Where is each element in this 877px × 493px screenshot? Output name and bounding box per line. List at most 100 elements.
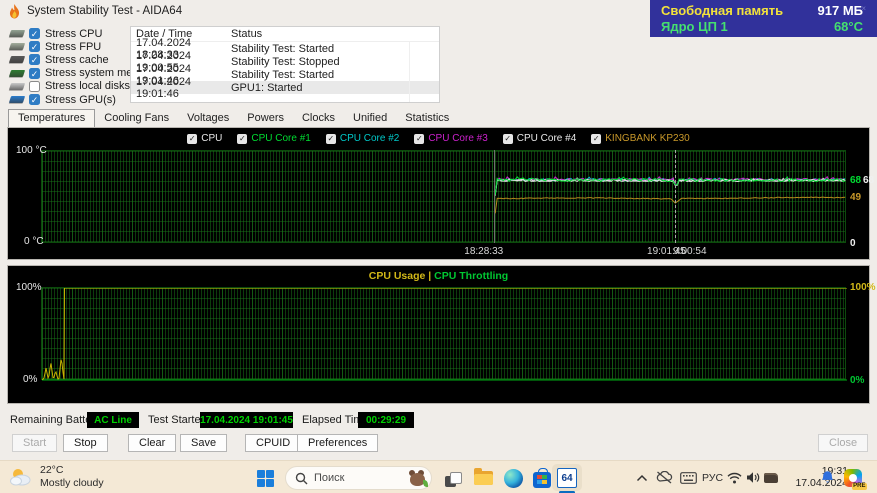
checked-checkbox[interactable]: ✓: [29, 28, 40, 39]
weather-desc: Mostly cloudy: [40, 477, 104, 490]
log-row[interactable]: 17.04.2024 19:01:46GPU1: Started: [131, 81, 439, 94]
tab-clocks[interactable]: Clocks: [293, 110, 344, 127]
usage-title-part: |: [425, 270, 434, 282]
usage-title-part: CPU Usage: [369, 270, 426, 282]
checked-checkbox[interactable]: ✓: [29, 68, 40, 79]
save-button[interactable]: Save: [180, 434, 227, 452]
disk-icon: [9, 83, 25, 90]
flame-icon: [8, 4, 21, 19]
chart-legend: ✓CPU✓CPU Core #1✓CPU Core #2✓CPU Core #3…: [8, 133, 869, 144]
osd-window-controls[interactable]: − ▫ ×: [825, 1, 872, 17]
stop-button[interactable]: Stop: [63, 434, 108, 452]
right-value-label: 68: [850, 175, 861, 186]
onedrive-tray-button[interactable]: [656, 461, 673, 493]
series-kingbank-kp230: [495, 197, 845, 213]
microsoft-store-button[interactable]: [531, 467, 553, 489]
y-axis-bottom-label: 0 °C: [24, 236, 44, 247]
legend-item: ✓ CPU: [187, 133, 222, 144]
search-input[interactable]: Поиск: [285, 466, 432, 490]
x-tick-label: 18:28:33: [464, 246, 503, 257]
aida64-button-inner[interactable]: 64: [556, 467, 578, 489]
y-axis-top-label: 100 °C: [16, 145, 47, 156]
checked-checkbox[interactable]: ✓: [591, 134, 601, 144]
volume-tray-button[interactable]: [746, 461, 760, 493]
screen: System Stability Test - AIDA64 ✓ Stress C…: [0, 0, 877, 493]
checked-checkbox[interactable]: ✓: [503, 134, 513, 144]
column-status: Status: [231, 28, 262, 40]
clear-button[interactable]: Clear: [128, 434, 176, 452]
touch-keyboard-button[interactable]: [680, 461, 697, 493]
task-view-icon: [443, 470, 463, 486]
checked-checkbox[interactable]: ✓: [29, 94, 40, 105]
close-button[interactable]: Close: [818, 434, 868, 452]
cpuid-button[interactable]: CPUID: [245, 434, 301, 452]
copilot-button[interactable]: PRE: [844, 461, 862, 493]
fpu-icon: [9, 43, 25, 50]
stress-option-label: Stress cache: [45, 54, 109, 66]
tab-voltages[interactable]: Voltages: [178, 110, 238, 127]
clock[interactable]: 19:31 17.04.2024: [788, 461, 848, 493]
language-indicator[interactable]: РУС: [702, 461, 723, 493]
clock-time: 19:31: [788, 465, 848, 477]
window-title: System Stability Test - AIDA64: [27, 5, 182, 17]
weather-temp: 22°C: [40, 464, 104, 477]
checked-checkbox[interactable]: ✓: [187, 134, 197, 144]
status-row: Remaining Battery: AC Line Test Started:…: [0, 412, 877, 428]
log-table[interactable]: Date / Time Status 17.04.2024 18:28:33St…: [130, 26, 440, 103]
y-axis-bottom-label: 0%: [23, 374, 37, 385]
legend-label: CPU Core #4: [517, 133, 576, 144]
weather-widget[interactable]: 22°C Mostly cloudy: [8, 464, 104, 490]
elapsed-time-value: 00:29:29: [358, 412, 414, 428]
legend-item: ✓KINGBANK KP230: [591, 133, 689, 144]
gpu-icon: [9, 96, 25, 103]
cache-icon: [9, 56, 25, 63]
osd-cpu-core-value: 68°C: [834, 19, 863, 35]
memory-icon: [9, 70, 25, 77]
tab-temperatures[interactable]: Temperatures: [8, 109, 95, 127]
notification-bell-icon: [820, 470, 835, 485]
unchecked-checkbox[interactable]: [29, 81, 40, 92]
usage-chart-panel: CPU Usage | CPU Throttling 100% 0% 100%0…: [7, 265, 870, 404]
osd-overlay: − ▫ × Свободная память 917 МБ Ядро ЦП 1 …: [650, 0, 877, 37]
search-placeholder: Поиск: [314, 472, 402, 484]
wifi-icon: [727, 472, 742, 484]
notification-button[interactable]: [820, 461, 835, 493]
tab-unified[interactable]: Unified: [344, 110, 396, 127]
right-value-label: 0%: [850, 375, 864, 386]
right-value-label: 100%: [850, 282, 876, 293]
search-icon: [295, 472, 308, 485]
start-button[interactable]: Start: [12, 434, 57, 452]
log-status: Stability Test: Started: [231, 43, 334, 55]
x-tick-label: 9:00:54: [673, 246, 706, 257]
tray-expand-button[interactable]: [636, 461, 648, 493]
legend-item: ✓CPU Core #2: [326, 133, 399, 144]
edge-icon: [504, 469, 523, 488]
tab-statistics[interactable]: Statistics: [396, 110, 458, 127]
checked-checkbox[interactable]: ✓: [29, 41, 40, 52]
right-value-label: 68: [863, 175, 874, 186]
preferences-button[interactable]: Preferences: [297, 434, 378, 452]
file-explorer-button[interactable]: [472, 467, 494, 489]
stress-option-label: Stress CPU: [45, 28, 102, 40]
checked-checkbox[interactable]: ✓: [326, 134, 336, 144]
legend-label: CPU Core #3: [428, 133, 487, 144]
start-button[interactable]: [254, 467, 276, 489]
wifi-tray-button[interactable]: [727, 461, 742, 493]
tab-strip: TemperaturesCooling FansVoltagesPowersCl…: [8, 109, 458, 127]
column-divider: [409, 42, 410, 102]
task-view-button[interactable]: [442, 467, 464, 489]
checked-checkbox[interactable]: ✓: [237, 134, 247, 144]
temperature-chart-panel: ✓CPU✓CPU Core #1✓CPU Core #2✓CPU Core #3…: [7, 127, 870, 260]
cpu-icon: [9, 30, 25, 37]
tab-cooling-fans[interactable]: Cooling Fans: [95, 110, 178, 127]
checked-checkbox[interactable]: ✓: [29, 54, 40, 65]
edge-button[interactable]: [502, 467, 524, 489]
checked-checkbox[interactable]: ✓: [414, 134, 424, 144]
legend-label: CPU: [201, 133, 222, 144]
tray-app-icon: [764, 473, 778, 483]
copilot-pre-badge: PRE: [852, 483, 867, 490]
tab-powers[interactable]: Powers: [238, 110, 293, 127]
copilot-icon: PRE: [844, 469, 862, 487]
tray-app-button[interactable]: [764, 461, 778, 493]
test-started-value: 17.04.2024 19:01:45: [200, 412, 293, 428]
